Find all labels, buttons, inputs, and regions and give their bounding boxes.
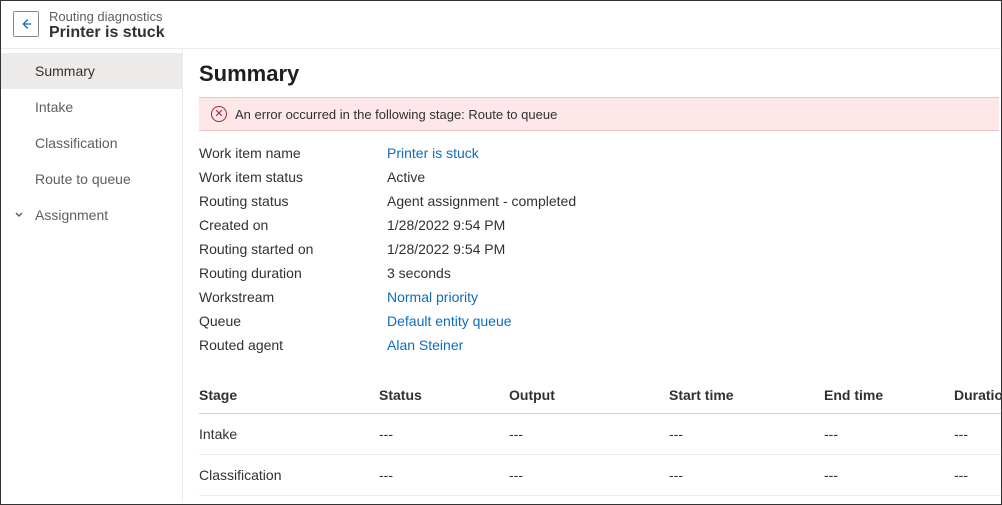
error-banner: ✕ An error occurred in the following sta… [199, 97, 999, 131]
property-value[interactable]: Alan Steiner [387, 337, 463, 353]
property-value[interactable]: Printer is stuck [387, 145, 479, 161]
sidebar-item-label: Summary [35, 63, 95, 79]
start-cell: --- [669, 467, 824, 483]
column-header: Output [509, 387, 669, 403]
column-header: Status [379, 387, 509, 403]
property-value: Active [387, 169, 425, 185]
property-row: Work item statusActive [199, 165, 985, 189]
property-label: Created on [199, 217, 387, 233]
property-value[interactable]: Default entity queue [387, 313, 512, 329]
property-row: Routing duration3 seconds [199, 261, 985, 285]
status-cell: --- [379, 426, 509, 442]
table-row: Route to queue✕Error---1/28/2022 9:54 PM… [199, 496, 1001, 502]
page-title: Printer is stuck [49, 24, 165, 42]
property-label: Routing started on [199, 241, 387, 257]
property-row: Work item namePrinter is stuck [199, 141, 985, 165]
duration-cell: --- [954, 426, 1001, 442]
page-header: Routing diagnostics Printer is stuck [1, 1, 1001, 49]
property-row: Routing statusAgent assignment - complet… [199, 189, 985, 213]
property-row: QueueDefault entity queue [199, 309, 985, 333]
column-header: Stage [199, 387, 379, 403]
sidebar-item-assignment[interactable]: Assignment [1, 197, 182, 233]
end-cell: --- [824, 467, 954, 483]
sidebar-item-label: Assignment [35, 207, 108, 223]
stage-cell: Intake [199, 426, 379, 442]
property-label: Queue [199, 313, 387, 329]
status-text: --- [379, 426, 393, 442]
column-header: Start time [669, 387, 824, 403]
property-value: 3 seconds [387, 265, 451, 281]
section-heading: Summary [199, 61, 1001, 87]
table-row: Intake--------------- [199, 414, 1001, 455]
error-circle-icon: ✕ [211, 106, 227, 122]
back-button[interactable] [13, 11, 39, 37]
duration-cell: --- [954, 467, 1001, 483]
table-header-row: StageStatusOutputStart timeEnd timeDurat… [199, 375, 1001, 414]
property-row: Routing started on1/28/2022 9:54 PM [199, 237, 985, 261]
stage-table: StageStatusOutputStart timeEnd timeDurat… [199, 375, 1001, 502]
property-label: Work item status [199, 169, 387, 185]
error-message: An error occurred in the following stage… [235, 107, 557, 122]
end-cell: --- [824, 426, 954, 442]
sidebar-item-summary[interactable]: Summary [1, 53, 182, 89]
column-header: End time [824, 387, 954, 403]
sidebar-item-classification[interactable]: Classification [1, 125, 182, 161]
property-value: 1/28/2022 9:54 PM [387, 217, 505, 233]
chevron-down-icon [13, 207, 25, 223]
sidebar-item-route-to-queue[interactable]: Route to queue [1, 161, 182, 197]
output-cell: --- [509, 426, 669, 442]
property-label: Routing status [199, 193, 387, 209]
property-value[interactable]: Normal priority [387, 289, 478, 305]
property-row: WorkstreamNormal priority [199, 285, 985, 309]
start-cell: --- [669, 426, 824, 442]
sidebar-item-label: Intake [35, 99, 73, 115]
property-value: 1/28/2022 9:54 PM [387, 241, 505, 257]
sidebar-item-label: Route to queue [35, 171, 131, 187]
column-header: Duration [954, 387, 1001, 403]
sidebar: Summary Intake Classification Route to queu… [1, 49, 183, 502]
property-label: Routed agent [199, 337, 387, 353]
main-content: Summary ✕ An error occurred in the follo… [183, 49, 1001, 502]
status-cell: --- [379, 467, 509, 483]
arrow-left-icon [19, 17, 33, 31]
stage-cell: Classification [199, 467, 379, 483]
sidebar-item-intake[interactable]: Intake [1, 89, 182, 125]
table-row: Classification--------------- [199, 455, 1001, 496]
properties-list: Work item namePrinter is stuckWork item … [199, 141, 1001, 357]
output-cell: --- [509, 467, 669, 483]
property-value: Agent assignment - completed [387, 193, 576, 209]
property-row: Created on1/28/2022 9:54 PM [199, 213, 985, 237]
property-label: Work item name [199, 145, 387, 161]
property-row: Routed agentAlan Steiner [199, 333, 985, 357]
property-label: Routing duration [199, 265, 387, 281]
property-label: Workstream [199, 289, 387, 305]
status-text: --- [379, 467, 393, 483]
sidebar-item-label: Classification [35, 135, 117, 151]
breadcrumb: Routing diagnostics [49, 9, 165, 24]
